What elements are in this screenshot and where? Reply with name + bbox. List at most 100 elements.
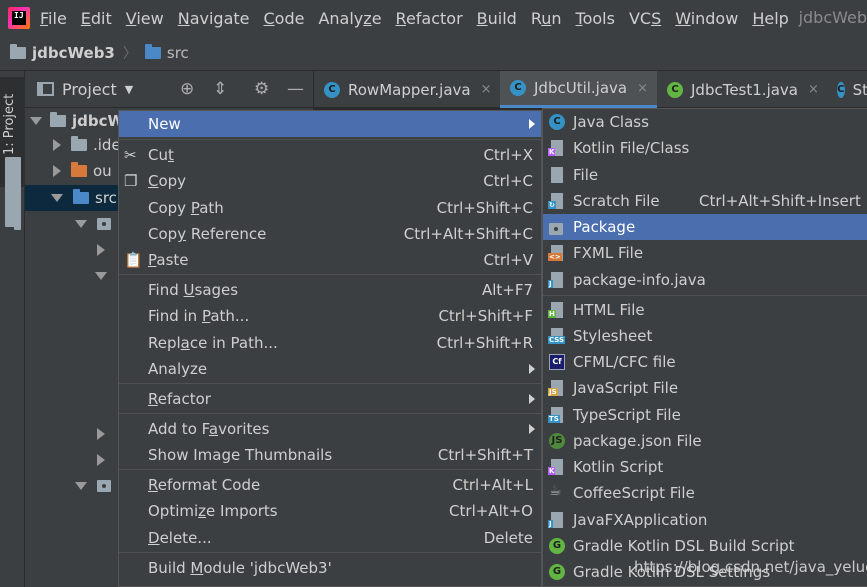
submenu-arrow-icon: [529, 119, 535, 129]
chevron-down-icon[interactable]: [75, 220, 87, 228]
shortcut-label: Ctrl+V: [483, 251, 533, 269]
new-typescript-file[interactable]: TS TypeScript File: [543, 402, 867, 428]
project-view-selector[interactable]: Project: [62, 80, 117, 99]
tab-rowmapper[interactable]: C RowMapper.java ×: [314, 71, 497, 108]
new-package-json[interactable]: JS package.json File: [543, 428, 867, 454]
chevron-down-icon[interactable]: ▼: [125, 83, 133, 96]
tree-node-label: src: [95, 189, 117, 207]
menu-item-show-thumbnails[interactable]: Show Image Thumbnails Ctrl+Shift+T: [119, 442, 541, 468]
tab-label: St: [852, 80, 867, 99]
menu-file[interactable]: File: [40, 9, 67, 28]
new-html-file[interactable]: H HTML File: [543, 297, 867, 323]
tab-label: JdbcTest1.java: [691, 80, 798, 99]
new-cfml-file[interactable]: Cf CFML/CFC file: [543, 349, 867, 375]
tree-node-label: .ide: [93, 136, 121, 154]
fxml-file-icon: <>: [548, 245, 563, 261]
chevron-right-icon[interactable]: [97, 454, 105, 466]
tab-jdbctest1[interactable]: C JdbcTest1.java ×: [657, 71, 827, 108]
menu-item-copy-reference[interactable]: Copy Reference Ctrl+Alt+Shift+C: [119, 221, 541, 247]
kotlin-script-icon: K: [548, 459, 563, 475]
menu-bar: IJ File Edit View Navigate Code Analyze …: [0, 0, 867, 36]
menu-item-find-in-path[interactable]: Find in Path... Ctrl+Shift+F: [119, 303, 541, 329]
new-coffeescript-file[interactable]: ☕ CoffeeScript File: [543, 480, 867, 506]
menu-item-label: Replace in Path...: [148, 334, 278, 352]
submenu-arrow-icon: [529, 394, 535, 404]
breadcrumb-src[interactable]: src: [167, 44, 189, 62]
hide-panel-icon[interactable]: —: [287, 79, 304, 99]
submenu-item-label: File: [573, 166, 599, 184]
new-javascript-file[interactable]: JS JavaScript File: [543, 375, 867, 401]
new-java-class[interactable]: C Java Class: [543, 109, 867, 135]
menu-analyze[interactable]: Analyze: [318, 9, 381, 28]
chevron-right-icon[interactable]: [97, 428, 105, 440]
menu-window[interactable]: Window: [675, 9, 738, 28]
chevron-right-icon[interactable]: [53, 165, 61, 177]
project-tool-tab[interactable]: 1: Project: [0, 77, 25, 227]
menu-item-label: Find in Path...: [148, 307, 250, 325]
collapse-all-icon[interactable]: ⇕: [213, 79, 227, 99]
menu-item-build-module[interactable]: Build Module 'jdbcWeb3': [119, 555, 541, 581]
close-icon[interactable]: ×: [637, 81, 648, 96]
menu-build[interactable]: Build: [477, 9, 517, 28]
chevron-down-icon[interactable]: [75, 482, 87, 490]
chevron-down-icon[interactable]: [30, 117, 42, 125]
new-stylesheet[interactable]: CSS Stylesheet: [543, 323, 867, 349]
gear-icon[interactable]: ⚙: [254, 79, 269, 99]
tree-node-label: ou: [93, 162, 112, 180]
tab-jdbcutil[interactable]: C JdbcUtil.java ×: [500, 71, 657, 108]
menu-item-add-to-favorites[interactable]: Add to Favorites: [119, 416, 541, 442]
scratch-file-icon: ↻: [548, 193, 563, 209]
tab-overflow[interactable]: C St: [827, 71, 867, 108]
menu-item-replace-in-path[interactable]: Replace in Path... Ctrl+Shift+R: [119, 330, 541, 356]
breadcrumb-separator-icon: 〉: [122, 46, 137, 62]
breadcrumb-project[interactable]: jdbcWeb3: [32, 44, 115, 62]
new-kotlin-file[interactable]: K Kotlin File/Class: [543, 135, 867, 161]
menu-item-refactor[interactable]: Refactor: [119, 386, 541, 412]
new-file[interactable]: File: [543, 162, 867, 188]
menu-item-find-usages[interactable]: Find Usages Alt+F7: [119, 277, 541, 303]
menu-refactor[interactable]: Refactor: [396, 9, 463, 28]
new-package[interactable]: Package: [543, 214, 867, 240]
new-javafx-application[interactable]: J JavaFXApplication: [543, 507, 867, 533]
shortcut-label: Ctrl+C: [483, 172, 533, 190]
new-kotlin-script[interactable]: K Kotlin Script: [543, 454, 867, 480]
new-gradle-build-script[interactable]: G Gradle Kotlin DSL Build Script: [543, 533, 867, 559]
package-icon: [97, 218, 111, 230]
chevron-down-icon[interactable]: [51, 194, 63, 202]
shortcut-label: Ctrl+Alt+O: [449, 502, 533, 520]
menu-view[interactable]: View: [126, 9, 164, 28]
menu-item-label: Add to Favorites: [148, 420, 270, 438]
locate-icon[interactable]: ⊕: [180, 79, 194, 99]
close-icon[interactable]: ×: [481, 82, 492, 97]
menu-tools[interactable]: Tools: [576, 9, 615, 28]
chevron-right-icon[interactable]: [53, 139, 61, 151]
menu-item-cut[interactable]: ✂ Cut Ctrl+X: [119, 142, 541, 168]
tree-node-label: jdbcW: [72, 112, 125, 130]
new-scratch-file[interactable]: ↻ Scratch File Ctrl+Alt+Shift+Insert: [543, 188, 867, 214]
menu-help[interactable]: Help: [752, 9, 788, 28]
menu-item-optimize-imports[interactable]: Optimize Imports Ctrl+Alt+O: [119, 498, 541, 524]
chevron-down-icon[interactable]: [95, 272, 107, 280]
menu-item-copy-path[interactable]: Copy Path Ctrl+Shift+C: [119, 195, 541, 221]
java-test-class-icon: C: [667, 81, 683, 98]
menu-code[interactable]: Code: [264, 9, 305, 28]
menu-item-analyze[interactable]: Analyze: [119, 356, 541, 382]
menu-item-copy[interactable]: ❐ Copy Ctrl+C: [119, 168, 541, 194]
menu-separator: [119, 469, 541, 470]
menu-item-delete[interactable]: Delete... Delete: [119, 525, 541, 551]
new-fxml-file[interactable]: <> FXML File: [543, 240, 867, 266]
shortcut-label: Ctrl+Alt+L: [452, 476, 534, 494]
menu-item-reformat-code[interactable]: Reformat Code Ctrl+Alt+L: [119, 472, 541, 498]
new-package-info[interactable]: J package-info.java: [543, 267, 867, 293]
package-json-icon: JS: [549, 433, 565, 449]
chevron-right-icon[interactable]: [97, 244, 105, 256]
menu-item-new[interactable]: New: [119, 111, 541, 137]
menu-run[interactable]: Run: [531, 9, 562, 28]
typescript-file-icon: TS: [548, 407, 563, 423]
menu-edit[interactable]: Edit: [81, 9, 112, 28]
menu-vcs[interactable]: VCS: [629, 9, 661, 28]
new-submenu: C Java Class K Kotlin File/Class File ↻ …: [542, 108, 867, 587]
close-icon[interactable]: ×: [808, 82, 819, 97]
menu-navigate[interactable]: Navigate: [178, 9, 250, 28]
menu-item-paste[interactable]: 📋 Paste Ctrl+V: [119, 247, 541, 273]
